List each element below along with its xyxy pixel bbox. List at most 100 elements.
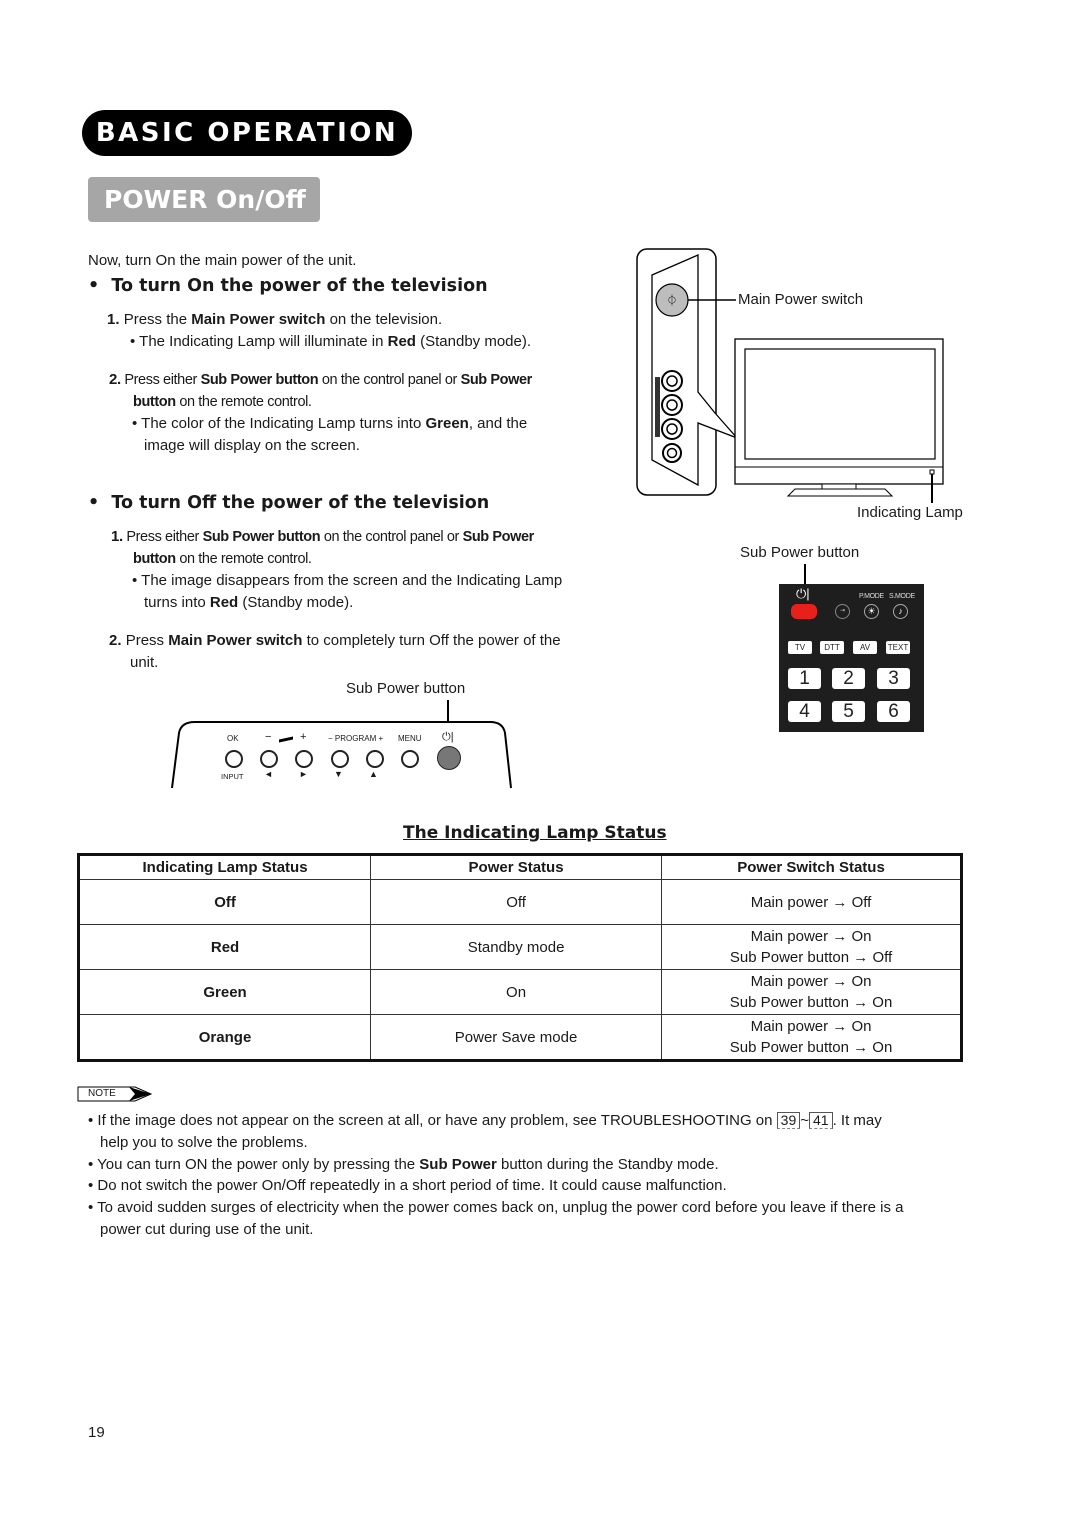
remote-control: ⏻| P.MODE S.MODE ⇥ ☀ ♪ TV DTT AV TEXT 1 … [779,584,924,732]
bullet-text: (Standby mode). [238,594,354,611]
table-row: Off Off Main power → Off [77,879,962,925]
bullet-text: The image disappears from the screen and… [141,572,563,589]
note-bold: Sub Power [419,1155,497,1173]
power-symbol-icon: ⏻| [442,731,454,743]
program-down-button[interactable] [331,750,349,768]
switch-status-cell: Main power → Off [661,879,962,925]
note-item-continued: help you to solve the problems. [100,1133,308,1151]
note-item: • If the image does not appear on the sc… [88,1112,882,1129]
sub-power-button[interactable] [437,746,461,770]
turn-off-step-2: 2. Press Main Power switch to completely… [109,630,561,652]
step-text: Press either [126,529,203,545]
step-text: on the television. [325,311,443,328]
menu-button[interactable] [401,750,419,768]
step-text: on the control panel or [318,372,461,388]
digit-1-button[interactable]: 1 [788,668,821,689]
table-row: Red Standby mode Main power → On Sub Powe… [77,924,962,970]
input-source-icon[interactable]: ⇥ [835,604,850,619]
bullet-bold: Red [387,333,416,350]
sound-mode-icon[interactable]: ♪ [893,604,908,619]
text-button[interactable]: TEXT [886,641,910,654]
switch-status-line: Sub Power button → Off [729,949,893,966]
digit-4-button[interactable]: 4 [788,701,821,722]
subsection-title: POWER On/Off [88,177,320,222]
table-row: Orange Power Save mode Main power → On Su… [77,1014,962,1061]
step-bold: Sub Power [460,372,533,388]
picture-mode-icon[interactable]: ☀ [864,604,879,619]
bullet-text: turns into [144,594,210,611]
note-item: • You can turn ON the power only by pres… [88,1155,719,1173]
dtt-button[interactable]: DTT [820,641,844,654]
digit-2-button[interactable]: 2 [832,668,865,689]
step-bold: Sub Power [462,529,535,545]
vol-minus-label: − [265,731,272,743]
turn-off-step-1-bullet: • The image disappears from the screen a… [132,572,563,589]
note-label: NOTE [88,1088,116,1099]
step-number: 1. [107,311,120,328]
turn-off-heading-text: To turn Off the power of the television [111,493,490,513]
turn-off-heading: • To turn Off the power of the televisio… [88,493,490,513]
smode-label: S.MODE [889,593,915,600]
bullet-text: The Indicating Lamp will illuminate in [139,333,388,350]
turn-on-heading: • To turn On the power of the television [88,276,488,296]
av-button[interactable]: AV [853,641,877,654]
note-list: • If the image does not appear on the sc… [88,1110,903,1241]
page-ref-link[interactable]: 39 [776,1112,801,1129]
step-bold: Sub Power button [202,529,321,545]
page-ref-link[interactable]: 41 [809,1112,833,1129]
svg-text:⏀: ⏀ [667,293,678,307]
switch-status-cell: Main power → On Sub Power button → On [661,1014,962,1061]
turn-on-heading-text: To turn On the power of the television [111,276,488,296]
tv-button[interactable]: TV [788,641,812,654]
turn-on-step-2-bullet-line2: image will display on the screen. [144,437,360,454]
step-text: on the remote control. [175,551,312,567]
remote-callout: Sub Power button [740,544,860,561]
bullet-text: (Standby mode). [415,333,532,350]
lamp-status-cell: Red [77,924,372,970]
step-bold: button [133,394,176,410]
ok-label: OK [227,734,239,743]
lamp-table-title: The Indicating Lamp Status [403,823,667,843]
turn-on-step-2: 2. Press either Sub Power button on the … [109,369,532,391]
power-status-cell: Power Save mode [370,1014,663,1061]
main-power-switch-label: Main Power switch [738,291,864,308]
section-title: BASIC OPERATION [82,110,412,156]
note-item-continued: power cut during use of the unit. [100,1220,314,1238]
column-header: Power Switch Status [661,854,962,880]
left-arrow-icon: ◄ [264,769,273,779]
note-text: button during the Standby mode. [496,1155,719,1173]
volume-up-button[interactable] [295,750,313,768]
turn-on-step-1-bullet: • The Indicating Lamp will illuminate in… [130,333,532,350]
program-up-button[interactable] [366,750,384,768]
volume-icon [279,736,293,743]
step-text: Press either [124,372,201,388]
step-text: on the remote control. [175,394,312,410]
note-text: Do not switch the power On/Off repeatedl… [97,1177,727,1195]
digit-5-button[interactable]: 5 [832,701,865,722]
note-item: • Do not switch the power On/Off repeate… [88,1177,727,1195]
remote-power-button[interactable] [791,604,817,619]
pmode-label: P.MODE [859,593,884,600]
digit-6-button[interactable]: 6 [877,701,910,722]
lamp-status-cell: Green [77,969,372,1015]
switch-status-line: Main power → On [750,928,872,945]
column-header: Indicating Lamp Status [77,854,372,880]
lamp-status-table: Indicating Lamp Status Power Status Powe… [77,853,963,1062]
down-arrow-icon: ▼ [334,769,343,779]
ok-input-button[interactable] [225,750,243,768]
volume-down-button[interactable] [260,750,278,768]
control-panel: OK − + − PROGRAM + MENU ⏻| INPUT ◄ ► ▼ ▲ [165,698,520,793]
digit-3-button[interactable]: 3 [877,668,910,689]
power-status-cell: Off [370,879,663,925]
input-label: INPUT [221,772,244,781]
intro-text: Now, turn On the main power of the unit. [88,252,357,269]
switch-status-line: Sub Power button → On [729,1039,893,1056]
bullet-text: The color of the Indicating Lamp turns i… [141,415,426,432]
power-status-cell: Standby mode [370,924,663,970]
step-number: 1. [111,528,123,545]
note-text: You can turn ON the power only by pressi… [97,1155,420,1173]
turn-off-step-1: 1. Press either Sub Power button on the … [111,526,534,548]
step-bold: Sub Power button [200,372,319,388]
bullet-bold: Green [425,415,469,432]
bullet-text: , and the [468,415,528,432]
